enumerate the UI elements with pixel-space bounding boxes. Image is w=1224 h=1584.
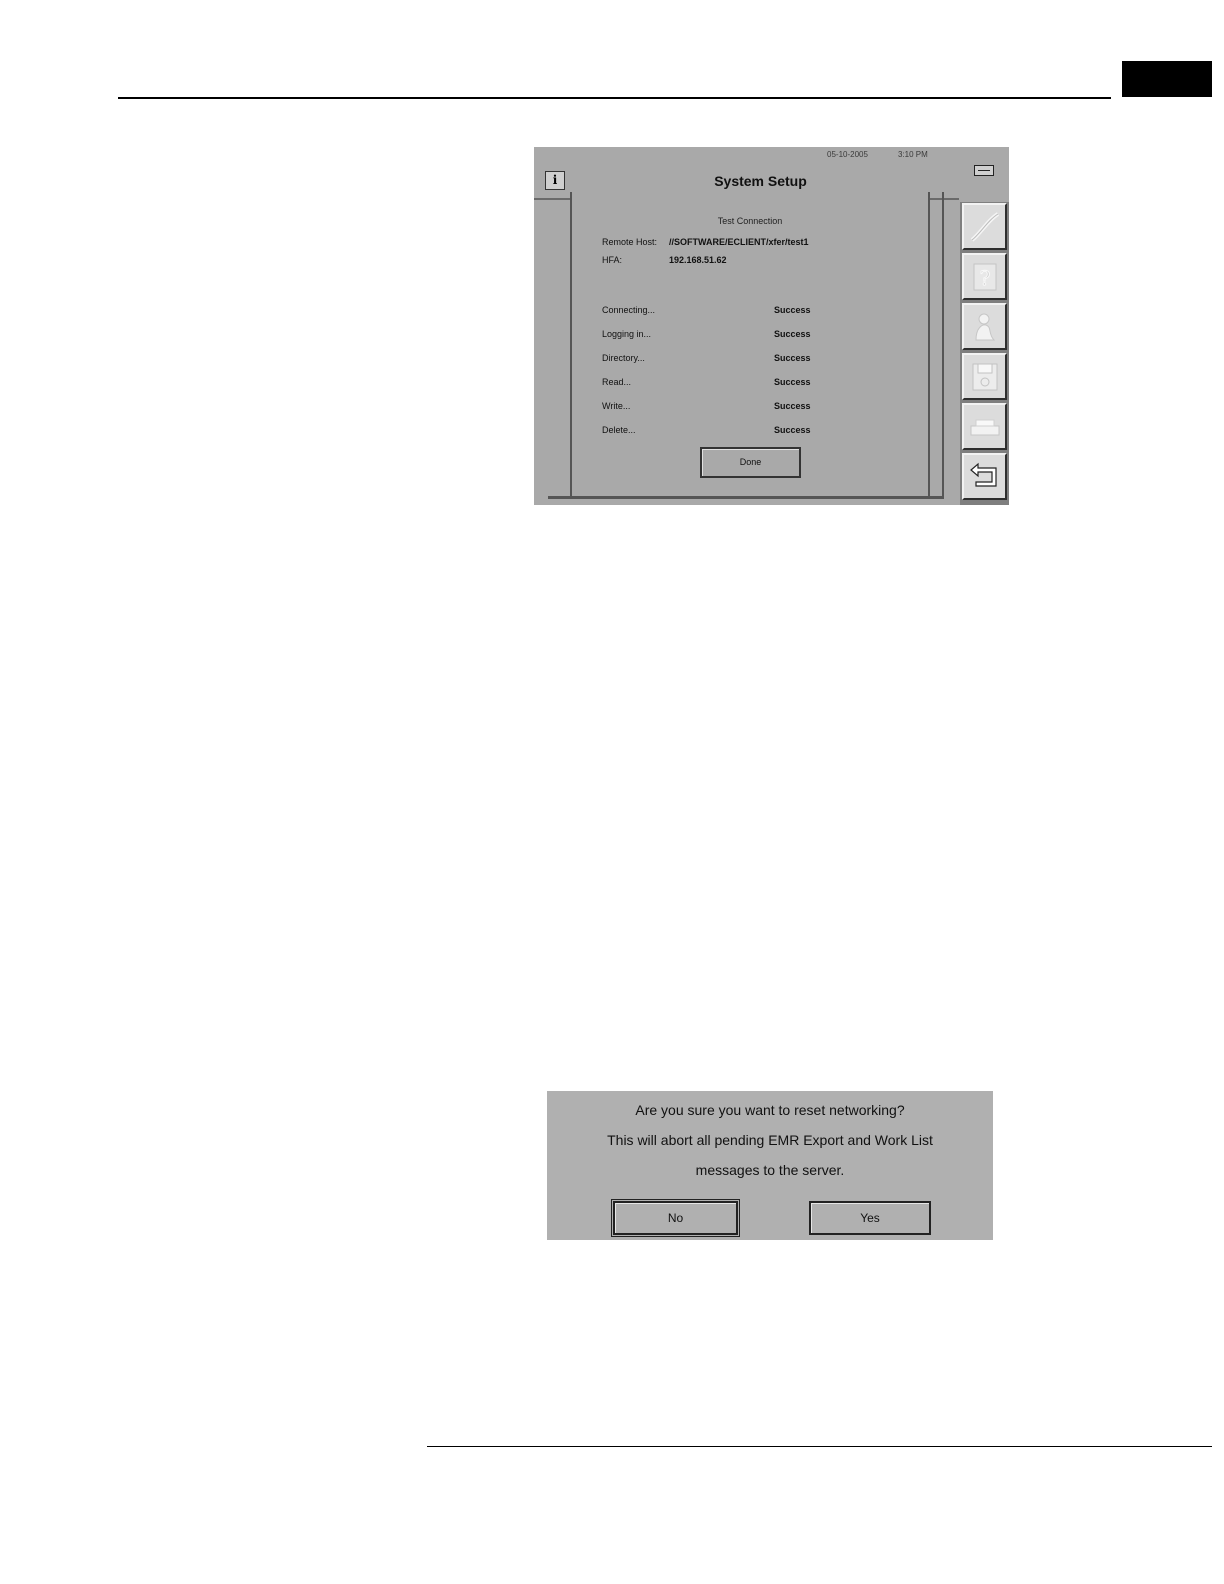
print-button[interactable] <box>962 403 1007 450</box>
panel-frame-left <box>548 192 572 499</box>
step-status: Success <box>774 425 811 435</box>
step-status: Success <box>774 305 811 315</box>
confirm-detail: This will abort all pending EMR Export a… <box>607 1132 933 1148</box>
printer-icon <box>970 419 999 435</box>
step-label: Directory... <box>602 353 645 363</box>
remote-host-value: //SOFTWARE/ECLIENT/xfer/test1 <box>669 237 809 247</box>
footer-rule <box>427 1446 1212 1447</box>
date-display: 05-10-2005 <box>827 150 868 159</box>
done-button[interactable]: Done <box>700 447 801 478</box>
time-display: 3:10 PM <box>898 150 928 159</box>
confirm-detail-continued: messages to the server. <box>695 1162 845 1178</box>
edit-button[interactable] <box>962 203 1007 250</box>
return-arrow-icon <box>969 462 997 487</box>
step-status: Success <box>774 329 811 339</box>
step-label: Logging in... <box>602 329 652 339</box>
step-status: Success <box>774 353 811 363</box>
step-label: Read... <box>602 377 632 387</box>
step-label: Delete... <box>602 425 636 435</box>
dialog-title: Test Connection <box>717 216 783 226</box>
question-icon: ? <box>973 263 996 290</box>
chapter-tab <box>1122 61 1212 97</box>
side-toolbar: ? <box>960 202 1009 505</box>
step-label: Write... <box>602 401 631 411</box>
step-status: Success <box>774 377 811 387</box>
yes-button[interactable]: Yes <box>809 1201 931 1235</box>
panel-frame-bottom <box>548 496 944 499</box>
person-icon <box>974 313 995 340</box>
confirm-question: Are you sure you want to reset networkin… <box>635 1102 905 1118</box>
pen-icon <box>970 211 999 242</box>
reset-networking-dialog: Are you sure you want to reset networkin… <box>547 1091 993 1240</box>
floppy-disk-icon <box>972 363 997 390</box>
save-button[interactable] <box>962 353 1007 400</box>
step-label: Connecting... <box>602 305 656 315</box>
page-title: System Setup <box>714 173 807 189</box>
back-button[interactable] <box>962 453 1007 500</box>
no-button[interactable]: No <box>611 1199 740 1237</box>
hfa-label: HFA: <box>602 255 623 265</box>
system-setup-screenshot: 05-10-2005 3:10 PM i System Setup Test C… <box>534 147 1009 505</box>
panel-frame-right <box>928 192 944 499</box>
svg-text:?: ? <box>979 266 990 290</box>
help-button[interactable]: ? <box>962 253 1007 300</box>
test-connection-dialog: Test Connection Remote Host: //SOFTWARE/… <box>570 195 930 495</box>
patient-button[interactable] <box>962 303 1007 350</box>
remote-host-label: Remote Host: <box>602 237 658 247</box>
hfa-value: 192.168.51.62 <box>669 255 727 265</box>
header-rule <box>118 97 1111 99</box>
step-status: Success <box>774 401 811 411</box>
